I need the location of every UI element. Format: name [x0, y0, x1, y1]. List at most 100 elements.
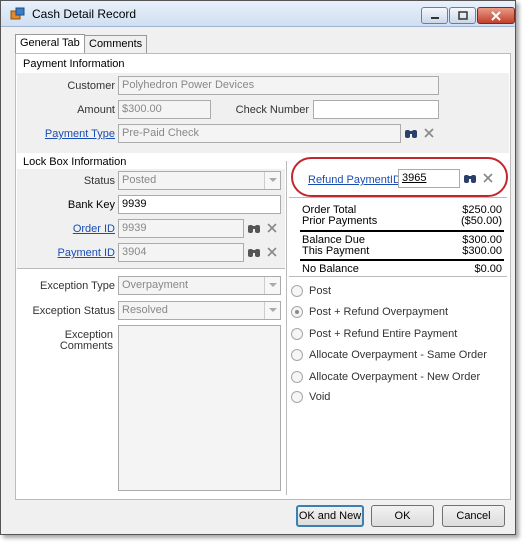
radio-void[interactable]: [291, 391, 303, 403]
payment-type-clear-button[interactable]: [421, 125, 437, 141]
summary-top-divider: [289, 197, 507, 198]
ok-and-new-label: OK and New: [298, 510, 362, 522]
column-divider: [286, 161, 287, 495]
radio-post-refund-overpayment[interactable]: [291, 306, 303, 318]
option-allocate-new-order[interactable]: Allocate Overpayment - New Order: [291, 369, 480, 385]
order-id-link[interactable]: Order ID: [31, 223, 115, 235]
summary-divider-1: [300, 230, 504, 232]
app-icon: [10, 7, 26, 24]
option-void-label: Void: [309, 391, 331, 403]
cancel-label: Cancel: [456, 510, 491, 522]
option-post-refund-overpayment-label: Post + Refund Overpayment: [309, 306, 449, 318]
exception-status-value: Resolved: [122, 304, 168, 316]
option-post-refund-entire-payment[interactable]: Post + Refund Entire Payment: [291, 326, 457, 342]
exception-type-combobox[interactable]: Overpayment: [118, 276, 281, 295]
option-post-label: Post: [309, 285, 332, 297]
refund-lookup-button[interactable]: [462, 170, 478, 186]
ok-label: OK: [394, 510, 411, 522]
customer-field[interactable]: Polyhedron Power Devices: [118, 76, 439, 95]
exception-comments-label-2: Comments: [59, 340, 113, 352]
refund-payment-id-link[interactable]: Refund PaymentID: [308, 174, 401, 186]
cancel-button[interactable]: Cancel: [442, 505, 505, 527]
payment-type-field[interactable]: Pre-Paid Check: [118, 124, 401, 143]
exception-status-label: Exception Status: [32, 305, 115, 317]
option-post[interactable]: Post: [291, 283, 331, 299]
this-payment-row: This Payment $300.00: [302, 245, 502, 257]
chevron-down-icon: [264, 277, 280, 294]
prior-payments-value: ($50.00): [461, 215, 502, 227]
minimize-icon: [430, 16, 439, 19]
payment-type-link[interactable]: Payment Type: [31, 128, 115, 140]
binoculars-icon: [405, 130, 417, 138]
tab-comments[interactable]: Comments: [84, 35, 148, 53]
tab-general-label: General Tab: [20, 37, 80, 49]
radio-post-refund-entire-payment[interactable]: [291, 328, 303, 340]
payment-type-lookup-button[interactable]: [403, 125, 419, 141]
option-void[interactable]: Void: [291, 389, 330, 405]
section-divider: [17, 268, 285, 269]
binoculars-icon: [248, 225, 260, 233]
maximize-button[interactable]: [449, 7, 476, 24]
binoculars-icon: [464, 175, 476, 183]
title-bar: Cash Detail Record: [1, 1, 515, 27]
payment-id-lookup-button[interactable]: [246, 244, 262, 260]
status-label: Status: [83, 175, 115, 187]
no-balance-row: No Balance $0.00: [302, 263, 502, 275]
bank-key-field[interactable]: 9939: [118, 195, 281, 214]
prior-payments-row: Prior Payments ($50.00): [302, 215, 502, 227]
close-window-button[interactable]: [477, 7, 515, 24]
prior-payments-label: Prior Payments: [302, 215, 378, 227]
radio-allocate-same-order[interactable]: [291, 349, 303, 361]
exception-type-label: Exception Type: [39, 280, 115, 292]
customer-label: Customer: [67, 80, 115, 92]
amount-field[interactable]: $300.00: [118, 100, 211, 119]
option-allocate-new-order-label: Allocate Overpayment - New Order: [309, 371, 481, 383]
payment-id-clear-button[interactable]: [264, 244, 280, 260]
this-payment-value: $300.00: [462, 245, 502, 257]
check-number-field[interactable]: [313, 100, 439, 119]
refund-payment-id-field[interactable]: 3965: [398, 169, 460, 188]
payment-id-link[interactable]: Payment ID: [31, 247, 115, 259]
order-id-field[interactable]: 9939: [118, 219, 244, 238]
this-payment-label: This Payment: [302, 245, 370, 257]
close-icon: [491, 10, 501, 21]
refund-clear-button[interactable]: [480, 170, 496, 186]
option-post-refund-entire-payment-label: Post + Refund Entire Payment: [309, 328, 458, 340]
summary-bottom-divider: [289, 276, 507, 277]
chevron-down-icon: [264, 302, 280, 319]
window-title: Cash Detail Record: [32, 7, 137, 21]
amount-label: Amount: [77, 104, 115, 116]
check-number-label: Check Number: [235, 104, 309, 116]
option-post-refund-overpayment[interactable]: Post + Refund Overpayment: [291, 304, 448, 320]
payment-id-field[interactable]: 3904: [118, 243, 244, 262]
payment-info-heading: Payment Information: [23, 58, 125, 70]
ok-button[interactable]: OK: [371, 505, 434, 527]
no-balance-value: $0.00: [474, 263, 502, 275]
option-allocate-same-order-label: Allocate Overpayment - Same Order: [309, 349, 487, 361]
ok-and-new-button[interactable]: OK and New: [296, 505, 364, 527]
radio-post[interactable]: [291, 285, 303, 297]
tab-comments-label: Comments: [89, 38, 143, 50]
status-combobox[interactable]: Posted: [118, 171, 281, 190]
cash-detail-window: Cash Detail Record General Tab Comments …: [0, 0, 516, 535]
radio-allocate-new-order[interactable]: [291, 371, 303, 383]
clear-x-icon: [267, 223, 277, 233]
minimize-button[interactable]: [421, 7, 448, 24]
order-id-lookup-button[interactable]: [246, 220, 262, 236]
exception-status-combobox[interactable]: Resolved: [118, 301, 281, 320]
clear-x-icon: [483, 173, 493, 183]
lockbox-heading: Lock Box Information: [23, 156, 127, 168]
clear-x-icon: [424, 128, 434, 138]
binoculars-icon: [248, 249, 260, 257]
option-allocate-same-order[interactable]: Allocate Overpayment - Same Order: [291, 347, 487, 363]
bank-key-label: Bank Key: [67, 199, 115, 211]
order-id-clear-button[interactable]: [264, 220, 280, 236]
status-value: Posted: [122, 174, 157, 186]
chevron-down-icon: [264, 172, 280, 189]
exception-type-value: Overpayment: [122, 279, 189, 291]
summary-divider-2: [300, 259, 504, 261]
exception-comments-textarea[interactable]: [118, 325, 281, 491]
tab-general[interactable]: General Tab: [15, 34, 85, 53]
clear-x-icon: [267, 247, 277, 257]
maximize-icon: [457, 11, 468, 20]
